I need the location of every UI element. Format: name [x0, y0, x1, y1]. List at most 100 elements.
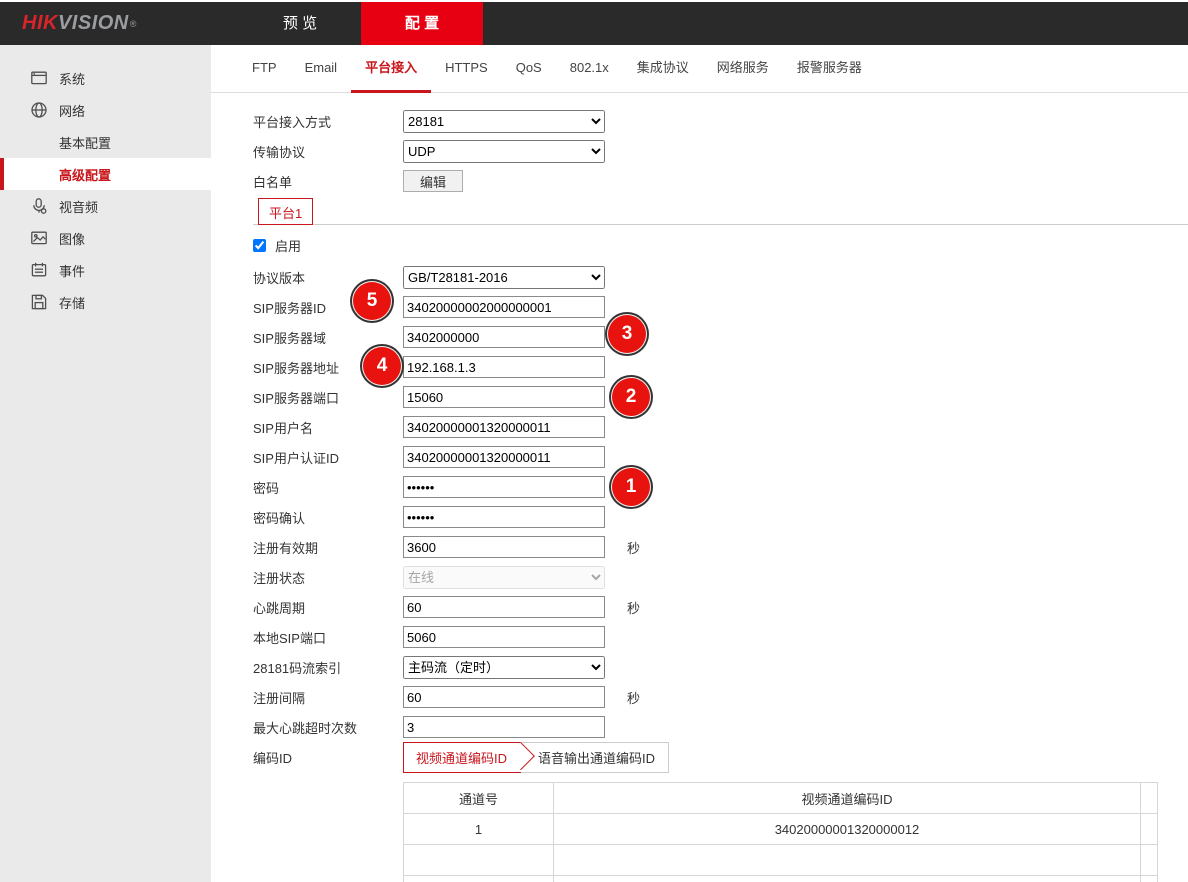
sidebar-item-network[interactable]: 网络: [0, 94, 211, 126]
form-row-sip-auth-id: SIP用户认证ID: [253, 442, 1188, 472]
sidebar-item-storage[interactable]: 存储: [0, 286, 211, 318]
table-row[interactable]: [404, 876, 1158, 882]
sidebar-item-label: 高级配置: [59, 165, 111, 184]
hikvision-logo: HIKVISION®: [0, 2, 211, 45]
tab-email[interactable]: Email: [291, 45, 352, 93]
form-row-local-sip-port: 本地SIP端口: [253, 622, 1188, 652]
heartbeat-interval-input[interactable]: [403, 596, 605, 618]
stream-index-select[interactable]: 主码流（定时）: [403, 656, 605, 679]
password-confirm-input[interactable]: [403, 506, 605, 528]
form-row-password: 密码 1: [253, 472, 1188, 502]
password-input[interactable]: [403, 476, 605, 498]
sidebar-item-video-audio[interactable]: 视音频: [0, 190, 211, 222]
sidebar-item-label: 存储: [59, 293, 85, 312]
protocol-version-select[interactable]: GB/T28181-2016: [403, 266, 605, 289]
floppy-disk-icon: [30, 293, 48, 311]
sidebar-item-basic-config[interactable]: 基本配置: [0, 126, 211, 158]
sidebar-item-label: 网络: [59, 101, 85, 120]
tab-alarm-server[interactable]: 报警服务器: [783, 45, 876, 93]
tab-platform-access[interactable]: 平台接入: [351, 45, 431, 93]
sip-server-port-input[interactable]: [403, 386, 605, 408]
tab-https[interactable]: HTTPS: [431, 45, 502, 93]
form-row-register-interval: 注册间隔 秒: [253, 682, 1188, 712]
channel-number-header: 通道号: [404, 783, 554, 814]
access-mode-label: 平台接入方式: [253, 112, 403, 131]
microphone-icon: [30, 197, 48, 215]
channel-number-cell: [404, 876, 554, 882]
sidebar-item-event[interactable]: 事件: [0, 254, 211, 286]
sidebar-item-advanced-config[interactable]: 高级配置: [0, 158, 211, 190]
sip-auth-id-input[interactable]: [403, 446, 605, 468]
audio-output-channel-encode-id-tab[interactable]: 语音输出通道编码ID: [517, 742, 669, 773]
platform1-tab[interactable]: 平台1: [258, 198, 313, 225]
sip-server-domain-input[interactable]: [403, 326, 605, 348]
annotation-circle-1: 1: [612, 468, 650, 506]
sip-username-label: SIP用户名: [253, 418, 403, 437]
sip-server-id-input[interactable]: [403, 296, 605, 318]
encode-id-cell: [554, 876, 1141, 882]
row-spacer-cell: [1141, 876, 1158, 882]
sidebar-item-system[interactable]: 系统: [0, 62, 211, 94]
enable-label: 启用: [275, 236, 301, 255]
local-sip-port-input[interactable]: [403, 626, 605, 648]
stream-index-label: 28181码流索引: [253, 658, 403, 677]
logo-registered-mark: ®: [130, 19, 137, 29]
sidebar-item-label: 事件: [59, 261, 85, 280]
access-mode-select[interactable]: 28181: [403, 110, 605, 133]
seconds-unit-label: 秒: [627, 598, 640, 617]
tab-network-service[interactable]: 网络服务: [703, 45, 783, 93]
whitelist-edit-button[interactable]: 编辑: [403, 170, 463, 192]
register-interval-input[interactable]: [403, 686, 605, 708]
calendar-icon: [30, 261, 48, 279]
encoding-id-label: 编码ID: [253, 748, 403, 767]
sip-server-address-input[interactable]: [403, 356, 605, 378]
table-header-row: 通道号 视频通道编码ID: [404, 783, 1158, 814]
form-row-password-confirm: 密码确认: [253, 502, 1188, 532]
sip-username-input[interactable]: [403, 416, 605, 438]
register-validity-input[interactable]: [403, 536, 605, 558]
nav-configuration[interactable]: 配 置: [361, 2, 483, 45]
form-row-sip-username: SIP用户名: [253, 412, 1188, 442]
form-row-stream-index: 28181码流索引 主码流（定时）: [253, 652, 1188, 682]
channel-number-cell: 1: [404, 814, 554, 845]
form-row-transport: 传输协议 UDP: [253, 136, 1188, 166]
nav-preview[interactable]: 预 览: [239, 2, 361, 45]
platform-tab-strip: 平台1: [253, 198, 1188, 225]
max-heartbeat-timeout-input[interactable]: [403, 716, 605, 738]
transport-protocol-select[interactable]: UDP: [403, 140, 605, 163]
sidebar-item-label: 视音频: [59, 197, 98, 216]
encode-id-cell: [554, 845, 1141, 876]
register-status-select: 在线: [403, 566, 605, 589]
sip-auth-id-label: SIP用户认证ID: [253, 448, 403, 467]
video-channel-encode-id-tab[interactable]: 视频通道编码ID: [403, 742, 521, 773]
sidebar-item-label: 基本配置: [59, 133, 111, 152]
max-heartbeat-timeout-label: 最大心跳超时次数: [253, 718, 403, 737]
transport-label: 传输协议: [253, 142, 403, 161]
top-bar: HIKVISION® 预 览 配 置: [0, 2, 1188, 45]
sidebar-item-image[interactable]: 图像: [0, 222, 211, 254]
register-status-label: 注册状态: [253, 568, 403, 587]
tab-8021x[interactable]: 802.1x: [556, 45, 623, 93]
tab-qos[interactable]: QoS: [502, 45, 556, 93]
table-row[interactable]: 1 34020000001320000012: [404, 814, 1158, 845]
seconds-unit-label: 秒: [627, 688, 640, 707]
table-row[interactable]: [404, 845, 1158, 876]
network-icon: [30, 101, 48, 119]
form-row-register-status: 注册状态 在线: [253, 562, 1188, 592]
form-row-sip-server-domain: SIP服务器域 3: [253, 322, 1188, 352]
seconds-unit-label: 秒: [627, 538, 640, 557]
form-row-sip-server-port: SIP服务器端口 2: [253, 382, 1188, 412]
tab-integration-protocol[interactable]: 集成协议: [623, 45, 703, 93]
form-row-protocol-version: 协议版本 GB/T28181-2016: [253, 262, 1188, 292]
form-row-register-validity: 注册有效期 秒: [253, 532, 1188, 562]
enable-checkbox[interactable]: [253, 239, 266, 252]
form-row-sip-server-address: SIP服务器地址 4: [253, 352, 1188, 382]
whitelist-label: 白名单: [253, 172, 403, 191]
sip-server-domain-label: SIP服务器域: [253, 328, 403, 347]
main-content: FTP Email 平台接入 HTTPS QoS 802.1x 集成协议 网络服…: [211, 45, 1188, 882]
video-channel-encode-id-header: 视频通道编码ID: [554, 783, 1141, 814]
top-navigation: 预 览 配 置: [239, 2, 483, 45]
sip-server-port-label: SIP服务器端口: [253, 388, 403, 407]
sidebar-item-label: 图像: [59, 229, 85, 248]
tab-ftp[interactable]: FTP: [238, 45, 291, 93]
